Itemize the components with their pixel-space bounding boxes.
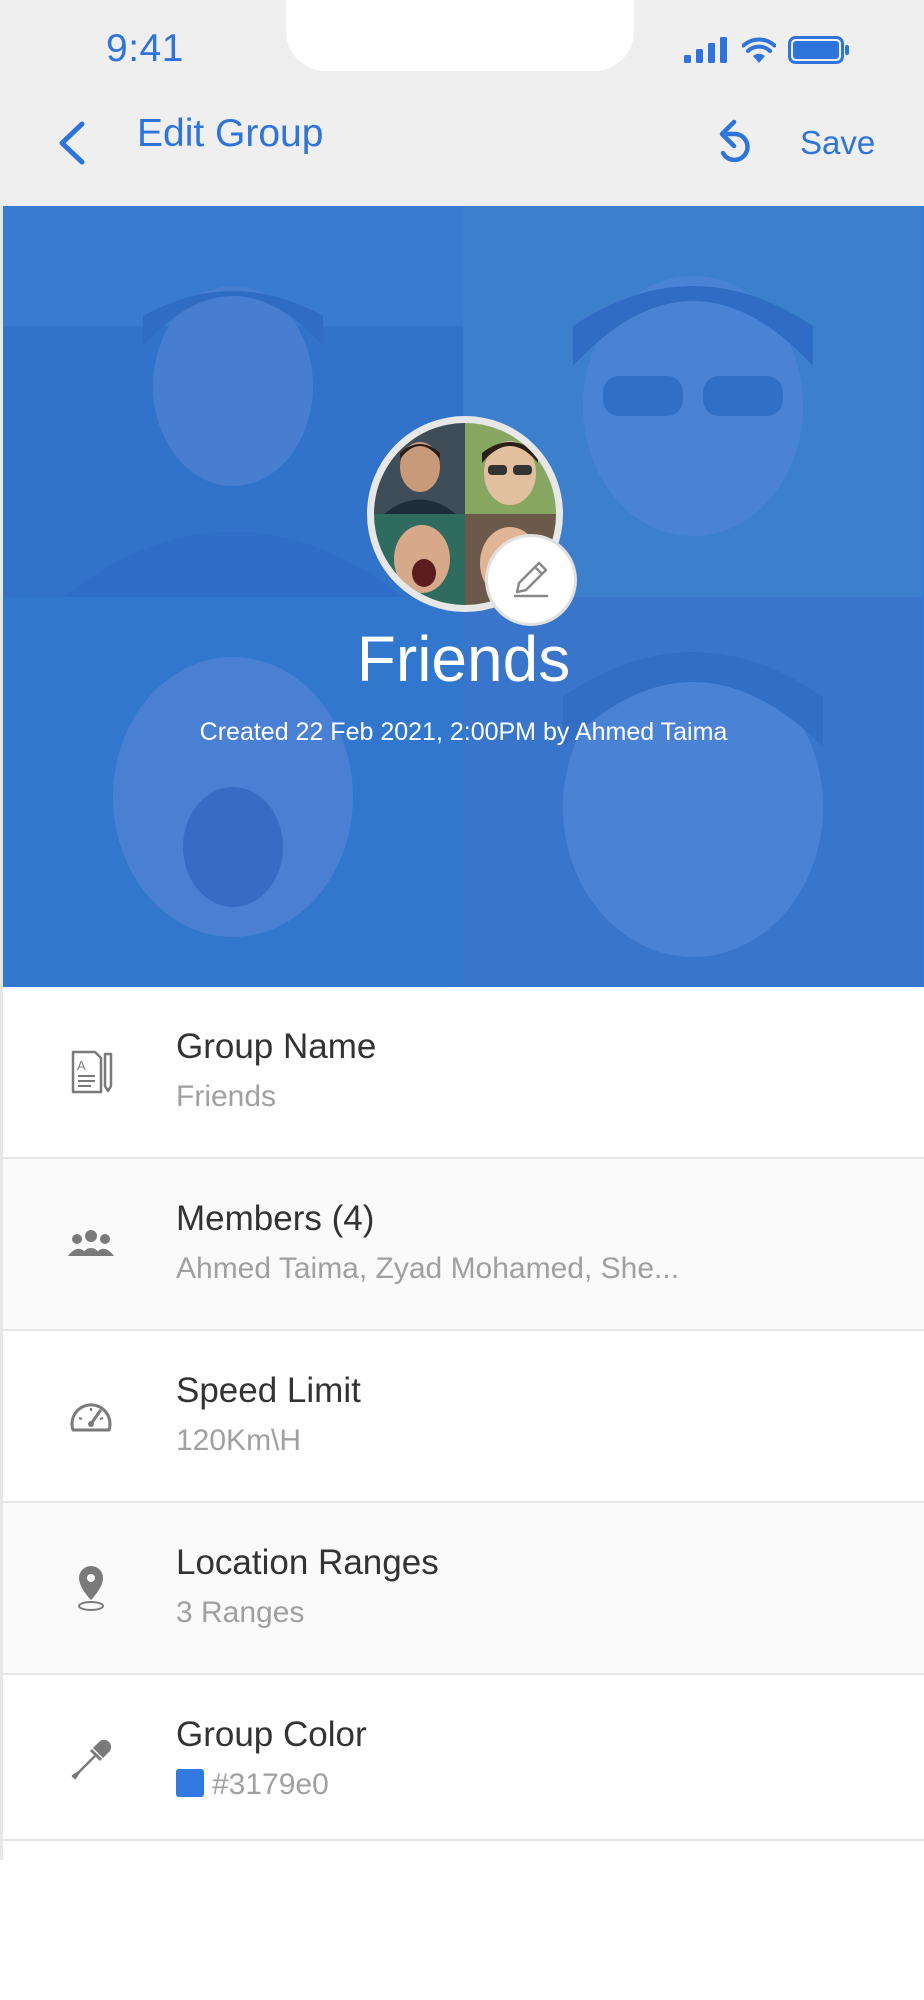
- row-value: 120Km\H: [176, 1424, 302, 1457]
- status-icons: [684, 36, 850, 69]
- color-swatch: [176, 1769, 204, 1797]
- nav-bar: Edit Group Save: [0, 92, 924, 206]
- members-icon: [66, 1219, 116, 1269]
- row-title: Members (4): [176, 1199, 375, 1238]
- group-name-row[interactable]: A Group Name Friends: [3, 987, 924, 1159]
- wifi-icon: [741, 37, 777, 68]
- row-title: Location Ranges: [176, 1543, 439, 1582]
- chevron-left-icon: [48, 121, 96, 176]
- group-color-value: #3179e0: [176, 1768, 329, 1802]
- eyedropper-icon: [66, 1735, 116, 1785]
- members-row[interactable]: Members (4) Ahmed Taima, Zyad Mohamed, S…: [3, 1159, 924, 1331]
- speedometer-icon: [66, 1391, 116, 1441]
- group-avatar-container: [367, 416, 577, 626]
- battery-icon: [788, 36, 850, 69]
- document-edit-icon: A: [66, 1047, 116, 1097]
- group-settings-list: A Group Name Friends Members (4) Ahmed T…: [3, 987, 924, 1841]
- group-created-info: Created 22 Feb 2021, 2:00PM by Ahmed Tai…: [199, 718, 728, 746]
- undo-icon: [710, 119, 762, 176]
- row-value: Friends: [176, 1080, 277, 1113]
- row-value: Ahmed Taima, Zyad Mohamed, She...: [176, 1252, 680, 1285]
- back-button[interactable]: [48, 112, 96, 172]
- group-color-row[interactable]: Group Color #3179e0: [3, 1675, 924, 1841]
- row-title: Speed Limit: [176, 1371, 361, 1410]
- edit-photo-button[interactable]: [485, 534, 577, 626]
- group-name-heading: Friends: [356, 623, 571, 695]
- row-title: Group Name: [176, 1027, 377, 1066]
- device-notch: [286, 0, 634, 71]
- svg-text:A: A: [77, 1058, 86, 1073]
- undo-button[interactable]: [710, 112, 762, 172]
- pencil-icon: [509, 556, 553, 605]
- status-time: 9:41: [106, 27, 184, 70]
- signal-icon: [684, 37, 730, 68]
- status-bar: 9:41: [0, 0, 924, 92]
- edit-group-screen: 9:41 Edit Group Save Friends Created 22 …: [0, 0, 924, 2000]
- group-color-hex: #3179e0: [212, 1768, 329, 1801]
- save-button[interactable]: Save: [800, 124, 875, 162]
- location-pin-icon: [66, 1563, 116, 1613]
- row-title: Group Color: [176, 1715, 367, 1754]
- location-ranges-row[interactable]: Location Ranges 3 Ranges: [3, 1503, 924, 1675]
- group-header: Friends Created 22 Feb 2021, 2:00PM by A…: [3, 206, 924, 987]
- speed-limit-row[interactable]: Speed Limit 120Km\H: [3, 1331, 924, 1503]
- page-title: Edit Group: [137, 112, 324, 155]
- row-value: 3 Ranges: [176, 1596, 305, 1629]
